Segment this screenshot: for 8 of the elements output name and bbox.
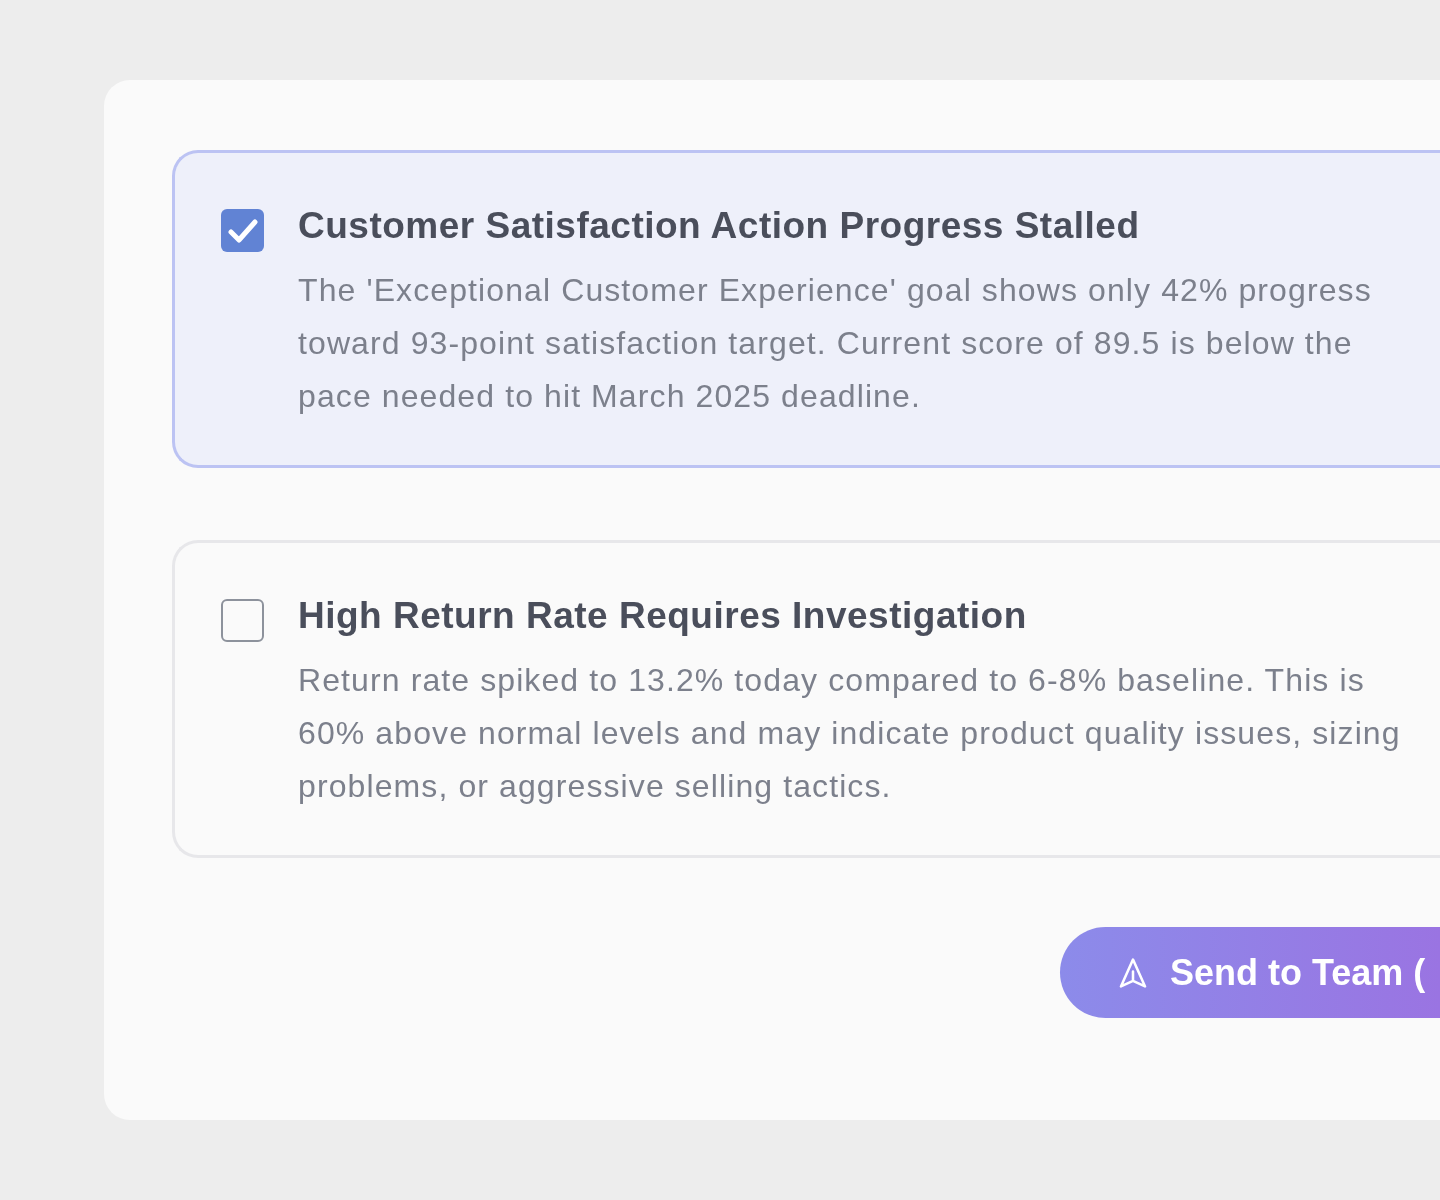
checkbox[interactable] <box>221 209 264 252</box>
send-to-team-button[interactable]: Send to Team ( <box>1060 927 1440 1018</box>
alert-description: The 'Exceptional Customer Experience' goal shows only 42% progress toward 93-point satisfaction target. Current score of 89.5 is below the pace needed to hit March 2025 deadline. <box>298 271 1373 416</box>
check-icon <box>227 217 258 244</box>
checkbox[interactable] <box>221 599 264 642</box>
alert-description: Return rate spiked to 13.2% today compared to 6-8% baseline. This is 60% above normal levels and may indicate product quality issues, sizing problems, or aggressive selling tactics. <box>298 661 1402 806</box>
alert-title: High Return Rate Requires Investigation <box>298 594 1028 638</box>
alert-title: Customer Satisfaction Action Progress Stalled <box>298 204 1141 248</box>
